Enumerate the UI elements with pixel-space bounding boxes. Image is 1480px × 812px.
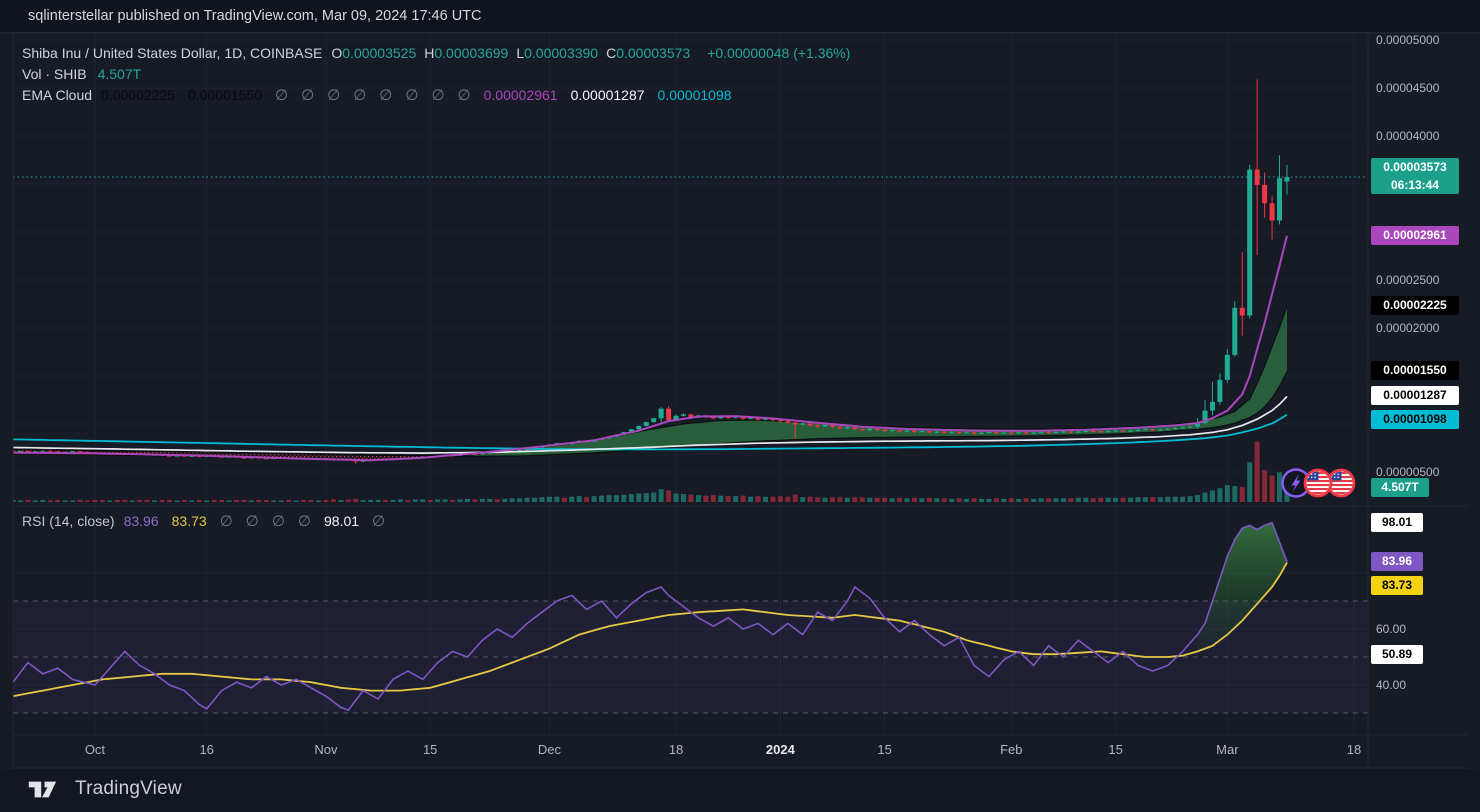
time-axis-label: Dec bbox=[519, 742, 579, 757]
time-axis-label: 18 bbox=[1324, 742, 1384, 757]
ema-cloud-values: 0.00002225 0.00001550 ∅ ∅ ∅ ∅ ∅ ∅ ∅ ∅ 0.00002961 0.… bbox=[101, 86, 744, 104]
price-pane[interactable] bbox=[11, 79, 1369, 502]
ohlc-item: O0.00003525 bbox=[331, 45, 416, 61]
tradingview-chart-snapshot: sqlinterstellar published on TradingView… bbox=[0, 0, 1480, 812]
chart-marker-icons[interactable] bbox=[1283, 470, 1355, 497]
rsi-value: ∅ bbox=[272, 513, 285, 530]
volume-value: 4.507T bbox=[98, 66, 142, 82]
footer-bar: TradingView bbox=[0, 769, 1480, 812]
tradingview-logo-icon bbox=[28, 779, 66, 800]
ema-value: ∅ bbox=[405, 87, 418, 104]
ema-value: ∅ bbox=[431, 87, 444, 104]
axis-badge: 0.00001287 bbox=[1371, 386, 1459, 405]
time-axis-label: 18 bbox=[646, 742, 706, 757]
rsi-value: 98.01 bbox=[324, 513, 359, 529]
rsi-value: ∅ bbox=[220, 513, 233, 530]
time-axis-label: 2024 bbox=[750, 742, 810, 757]
time-axis-label: Nov bbox=[296, 742, 356, 757]
time-axis-label: Oct bbox=[65, 742, 125, 757]
time-axis-label: 15 bbox=[1086, 742, 1146, 757]
axis-badge: 98.01 bbox=[1371, 513, 1423, 532]
axis-badge: 0.00002961 bbox=[1371, 226, 1459, 245]
axis-badge: 0.00001550 bbox=[1371, 361, 1459, 380]
ema-cloud-band bbox=[453, 306, 1287, 456]
axis-label: 0.00004500 bbox=[1376, 80, 1439, 96]
tradingview-logo-text: TradingView bbox=[75, 778, 182, 800]
ohlc-item: L0.00003390 bbox=[516, 45, 598, 61]
ema-line-purple bbox=[13, 236, 1287, 461]
axis-label: 0.00004000 bbox=[1376, 128, 1439, 144]
rsi-pane[interactable] bbox=[13, 523, 1368, 713]
symbol-legend: Shiba Inu / United States Dollar, 1D, CO… bbox=[22, 42, 850, 105]
time-axis-label: 15 bbox=[400, 742, 460, 757]
axis-badge: 0.00001098 bbox=[1371, 410, 1459, 429]
rsi-values: 83.96 83.73 ∅ ∅ ∅ ∅ 98.01 ∅ bbox=[124, 512, 399, 530]
axis-badge: 4.507T bbox=[1371, 478, 1429, 497]
axis-label: 60.00 bbox=[1376, 621, 1406, 637]
axis-badge: 0.0000357306:13:44 bbox=[1371, 158, 1459, 194]
ema-cloud-label: EMA Cloud bbox=[22, 87, 92, 103]
change-value: +0.00000048 (+1.36%) bbox=[707, 45, 850, 61]
rsi-value: 83.73 bbox=[172, 513, 207, 529]
ema-value: 0.00001098 bbox=[658, 87, 732, 103]
rsi-value: ∅ bbox=[372, 513, 385, 530]
ema-value: ∅ bbox=[353, 87, 366, 104]
rsi-value: ∅ bbox=[246, 513, 259, 530]
ema-value: 0.00001550 bbox=[188, 87, 262, 103]
ema-value: 0.00002961 bbox=[484, 87, 558, 103]
rsi-label: RSI (14, close) bbox=[22, 513, 115, 529]
candles bbox=[11, 79, 1290, 463]
ema-value: 0.00001287 bbox=[571, 87, 645, 103]
ohlc-item: C0.00003573 bbox=[606, 45, 690, 61]
time-axis-label: 15 bbox=[855, 742, 915, 757]
time-axis-label: Feb bbox=[981, 742, 1041, 757]
axis-label: 0.00005000 bbox=[1376, 32, 1439, 48]
axis-label: 40.00 bbox=[1376, 677, 1406, 693]
volume-legend-row: Vol · SHIB 4.507T bbox=[22, 63, 850, 84]
ema-cloud-legend-row: EMA Cloud 0.000022250.00001550∅∅∅∅∅∅∅∅0.… bbox=[22, 84, 850, 105]
us-flag-coin-icon-1[interactable] bbox=[1305, 470, 1331, 496]
volume-label: Vol · SHIB bbox=[22, 66, 87, 82]
ema-value: 0.00002225 bbox=[101, 87, 175, 103]
rsi-legend-row: RSI (14, close) 83.96 83.73 ∅ ∅ ∅ ∅ 98.01 ∅ bbox=[22, 510, 398, 531]
ema-value: ∅ bbox=[379, 87, 392, 104]
ohlc-values: O0.00003525 H0.00003699 L0.00003390 C0.0000… bbox=[331, 45, 698, 61]
axis-badge: 83.73 bbox=[1371, 576, 1423, 595]
tradingview-logo[interactable]: TradingView bbox=[28, 778, 182, 800]
ohlc-item: H0.00003699 bbox=[424, 45, 508, 61]
ema-value: ∅ bbox=[275, 87, 288, 104]
axis-badge: 0.00002225 bbox=[1371, 296, 1459, 315]
ema-value: ∅ bbox=[301, 87, 314, 104]
symbol-title-row: Shiba Inu / United States Dollar, 1D, CO… bbox=[22, 42, 850, 63]
time-axis-label: Mar bbox=[1197, 742, 1257, 757]
axis-badge: 50.89 bbox=[1371, 645, 1423, 664]
ema-value: ∅ bbox=[327, 87, 340, 104]
main-chart[interactable] bbox=[0, 0, 1480, 812]
axis-label: 0.00002500 bbox=[1376, 272, 1439, 288]
rsi-value: ∅ bbox=[298, 513, 311, 530]
time-axis-label: 16 bbox=[177, 742, 237, 757]
symbol-title: Shiba Inu / United States Dollar, 1D, CO… bbox=[22, 45, 322, 61]
axis-label: 0.00002000 bbox=[1376, 320, 1439, 336]
rsi-value: 83.96 bbox=[124, 513, 159, 529]
axis-badge: 83.96 bbox=[1371, 552, 1423, 571]
ema-value: ∅ bbox=[458, 87, 471, 104]
